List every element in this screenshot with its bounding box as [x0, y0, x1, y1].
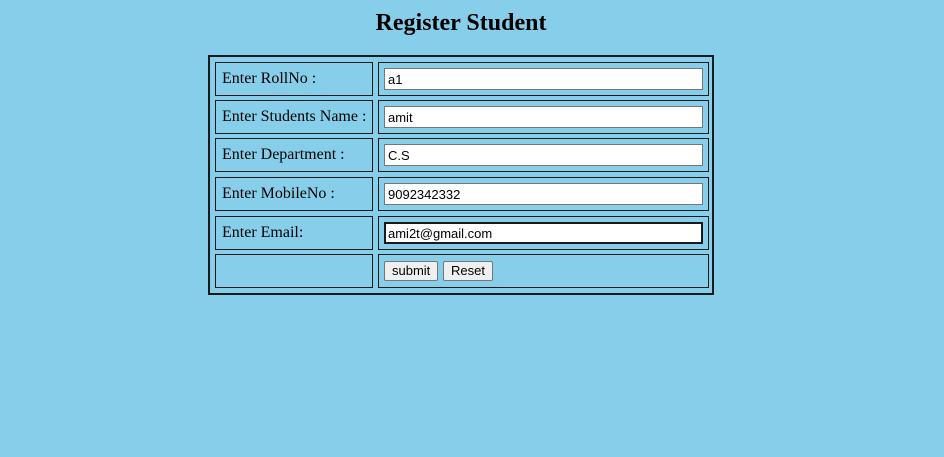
rollno-field-cell: [378, 62, 709, 96]
department-field-cell: [378, 138, 709, 172]
mobile-input[interactable]: [384, 183, 703, 205]
empty-label-cell: [215, 254, 373, 288]
email-field-cell: [378, 216, 709, 250]
email-input[interactable]: [384, 222, 703, 244]
student-name-label: Enter Students Name :: [222, 108, 367, 125]
email-label-cell: Enter Email:: [215, 216, 373, 250]
submit-button[interactable]: submit: [384, 261, 439, 281]
rollno-label-cell: Enter RollNo :: [215, 62, 373, 96]
rollno-label: Enter RollNo :: [222, 70, 317, 87]
student-name-input[interactable]: [384, 106, 703, 128]
buttons-cell: submit Reset: [378, 254, 709, 288]
mobile-field-cell: [378, 177, 709, 211]
department-input[interactable]: [384, 144, 703, 166]
page-title: Register Student: [375, 10, 547, 36]
mobile-label: Enter MobileNo :: [222, 185, 335, 202]
department-label-cell: Enter Department :: [215, 138, 373, 172]
name-label-cell: Enter Students Name :: [215, 100, 373, 134]
registration-form-table: Enter RollNo : Enter Students Name : Ent…: [208, 55, 714, 295]
mobile-label-cell: Enter MobileNo :: [215, 177, 373, 211]
reset-button[interactable]: Reset: [443, 261, 493, 281]
email-label: Enter Email:: [222, 224, 304, 241]
rollno-input[interactable]: [384, 68, 703, 90]
register-page: Register Student Enter RollNo : Enter St…: [0, 0, 944, 457]
department-label: Enter Department :: [222, 146, 345, 163]
name-field-cell: [378, 100, 709, 134]
